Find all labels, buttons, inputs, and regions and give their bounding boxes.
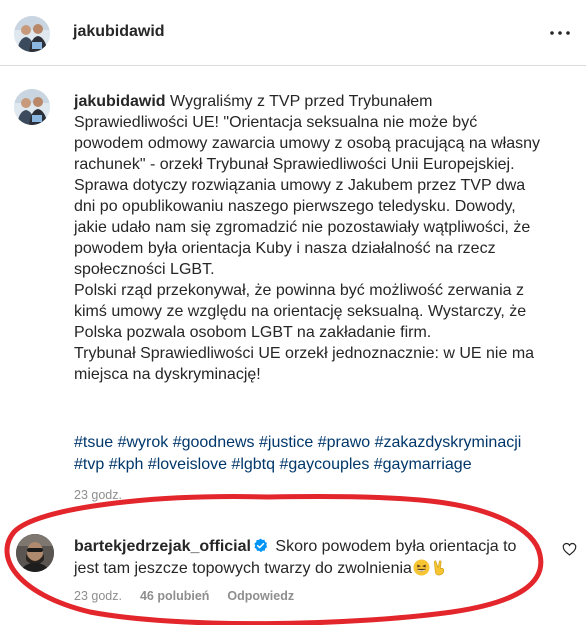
- comment-text: bartekjedrzejak_official Skoro powodem b…: [74, 536, 544, 580]
- hashtags-line[interactable]: #tsue #wyrok #goodnews #justice #prawo #…: [74, 432, 574, 454]
- header-username[interactable]: jakubidawid: [73, 23, 165, 41]
- comment-likes[interactable]: 46 polubień: [140, 589, 209, 603]
- avatar-photo: [16, 534, 54, 572]
- heart-icon[interactable]: [562, 542, 577, 556]
- comment-timestamp[interactable]: 23 godz.: [74, 589, 122, 603]
- commenter-avatar[interactable]: [16, 534, 54, 572]
- avatar-photo: [14, 16, 50, 52]
- grinning-squinting-face-icon: [413, 559, 430, 576]
- hashtags-line[interactable]: #tvp #kph #loveislove #lgbtq #gaycouples…: [74, 454, 574, 476]
- verified-badge-icon: [254, 538, 268, 553]
- victory-hand-icon: [433, 560, 444, 576]
- header-avatar[interactable]: [14, 16, 50, 52]
- caption-text: Wygraliśmy z TVP przed Trybunałem Sprawi…: [74, 93, 540, 383]
- post-timestamp[interactable]: 23 godz.: [74, 488, 122, 502]
- comment-meta: 23 godz. 46 polubień Odpowiedz: [74, 589, 312, 603]
- avatar-photo: [14, 89, 50, 125]
- reply-button[interactable]: Odpowiedz: [227, 589, 294, 603]
- post-author-avatar[interactable]: [14, 89, 50, 125]
- comment-author[interactable]: bartekjedrzejak_official: [74, 538, 251, 555]
- caption-author[interactable]: jakubidawid: [74, 93, 166, 110]
- post-caption: jakubidawid Wygraliśmy z TVP przed Trybu…: [74, 91, 544, 385]
- more-horizontal-icon[interactable]: [548, 23, 572, 43]
- post-header: jakubidawid: [0, 0, 586, 66]
- post-hashtags: #tsue #wyrok #goodnews #justice #prawo #…: [74, 432, 574, 476]
